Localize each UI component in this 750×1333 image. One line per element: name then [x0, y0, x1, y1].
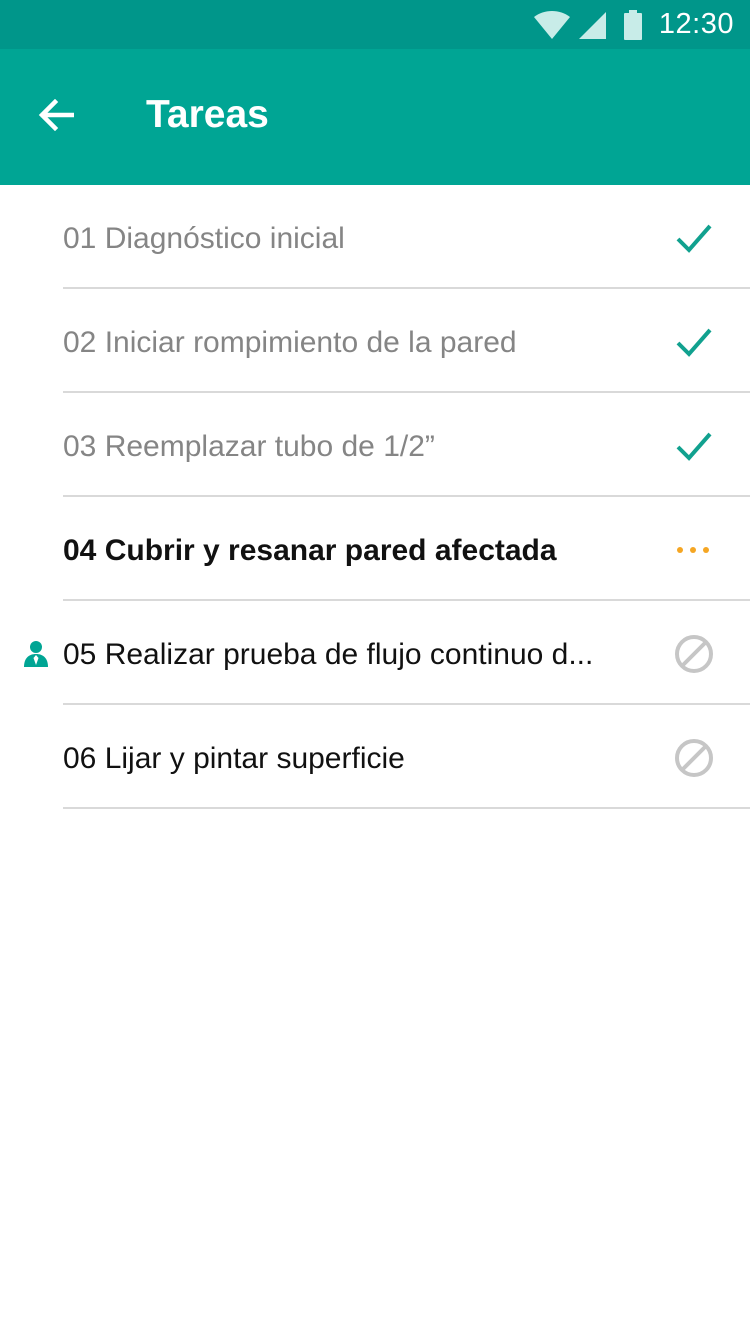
cell-signal-icon	[577, 10, 607, 40]
arrow-back-icon	[38, 98, 75, 136]
status-time: 12:30	[658, 8, 734, 40]
task-row[interactable]: 01 Diagnóstico inicial	[0, 185, 750, 289]
status-bar: 12:30	[0, 0, 750, 49]
battery-icon	[623, 9, 643, 40]
blocked-icon	[673, 737, 715, 779]
task-label: 06 Lijar y pintar superficie	[63, 742, 405, 775]
task-row[interactable]: 04 Cubrir y resanar pared afectada	[0, 497, 750, 601]
check-icon	[673, 425, 715, 467]
task-label: 03 Reemplazar tubo de 1/2”	[63, 430, 435, 463]
wifi-icon	[533, 10, 571, 40]
person-icon	[22, 640, 50, 668]
check-icon	[673, 321, 715, 363]
task-row[interactable]: 02 Iniciar rompimiento de la pared	[0, 289, 750, 393]
task-label: 01 Diagnóstico inicial	[63, 222, 345, 255]
task-row[interactable]: 05 Realizar prueba de flujo continuo d..…	[0, 601, 750, 705]
app-bar: Tareas	[0, 49, 750, 185]
more-dots-icon	[673, 529, 715, 571]
page-title: Tareas	[146, 93, 269, 136]
back-button[interactable]	[28, 89, 84, 145]
blocked-icon	[673, 633, 715, 675]
check-icon	[673, 217, 715, 259]
task-row[interactable]: 06 Lijar y pintar superficie	[0, 705, 750, 809]
task-label: 05 Realizar prueba de flujo continuo d..…	[63, 638, 594, 671]
task-label: 04 Cubrir y resanar pared afectada	[63, 534, 557, 567]
task-row[interactable]: 03 Reemplazar tubo de 1/2”	[0, 393, 750, 497]
task-list: 01 Diagnóstico inicial 02 Iniciar rompim…	[0, 185, 750, 809]
task-label: 02 Iniciar rompimiento de la pared	[63, 326, 517, 359]
status-icons: 12:30	[533, 0, 734, 49]
divider	[63, 807, 750, 809]
